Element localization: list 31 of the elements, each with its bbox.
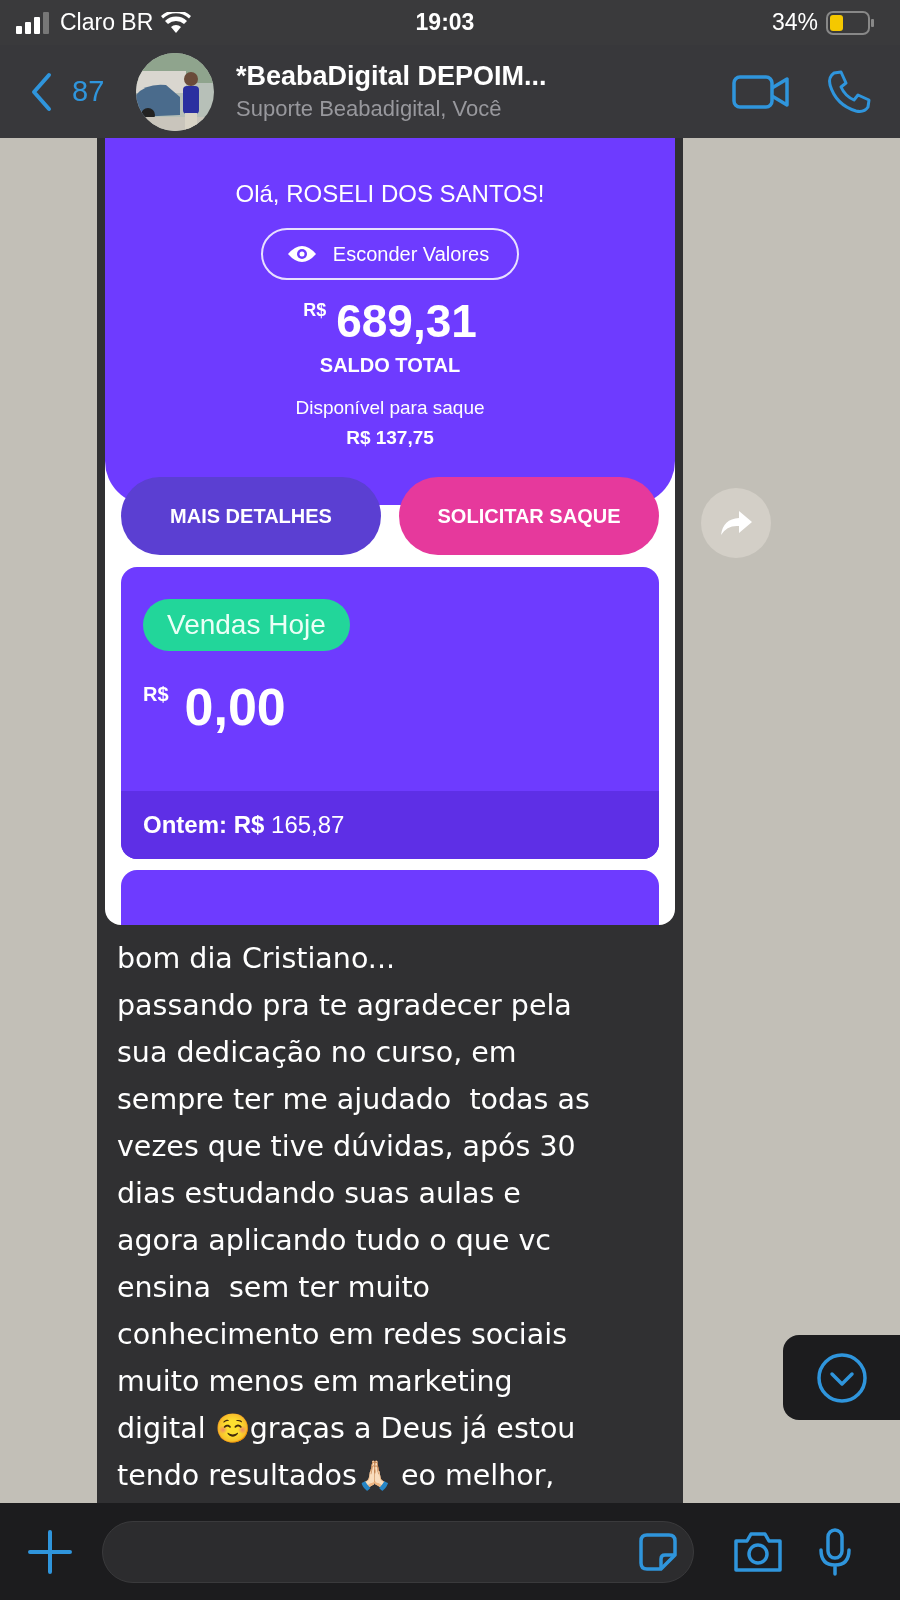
chat-title[interactable]: *BeabaDigital DEPOIM... (236, 61, 732, 92)
sticker-icon[interactable] (639, 1532, 677, 1571)
available-label: Disponível para saque (295, 397, 485, 419)
yesterday-sales: Ontem: R$ 165,87 (143, 811, 345, 839)
video-call-icon[interactable] (732, 73, 790, 110)
total-label: SALDO TOTAL (319, 354, 461, 377)
currency-symbol: R$ (143, 683, 169, 706)
wifi-icon (161, 11, 192, 34)
carrier: Claro BR (60, 9, 154, 36)
message-text: bom dia Cristiano... passando pra te agradecer pela sua dedicação no curso, em sempre ter me ajudado todas as vezes que tive dúvidas, após 30 dias estudando suas aulas e agora aplicando tudo o que vc ensina sem ter muito conhecimento em redes sociais muito menos em marketing digital ☺graças a Deus já estou tendo resultados🙏🏻 eo melhor, (116, 941, 591, 1494)
sales-amount: 0,00 (184, 677, 286, 737)
plus-icon[interactable] (28, 1529, 72, 1574)
share-icon (719, 509, 753, 537)
battery-percent: 34% (771, 9, 818, 36)
currency-symbol: R$ (303, 300, 327, 321)
signal-icon (16, 11, 52, 34)
unread-count[interactable]: 87 (72, 75, 136, 108)
camera-icon[interactable] (732, 1530, 784, 1573)
chevron-down-icon (815, 1351, 868, 1404)
available-amount: R$ 137,75 (346, 427, 434, 449)
sales-today-badge: Vendas Hoje (143, 599, 350, 651)
clock: 19:03 (415, 9, 475, 36)
scroll-down-button[interactable] (783, 1335, 900, 1420)
chat-members: Suporte Beabadigital, Você (236, 96, 503, 122)
greeting: Olá, ROSELI DOS SANTOS! (235, 180, 545, 208)
phone-icon[interactable] (826, 68, 872, 115)
eye-icon (286, 244, 317, 264)
microphone-icon[interactable] (818, 1527, 852, 1576)
battery-icon (826, 10, 874, 35)
total-balance: 689,31 (336, 294, 477, 348)
back-icon[interactable] (30, 71, 52, 112)
